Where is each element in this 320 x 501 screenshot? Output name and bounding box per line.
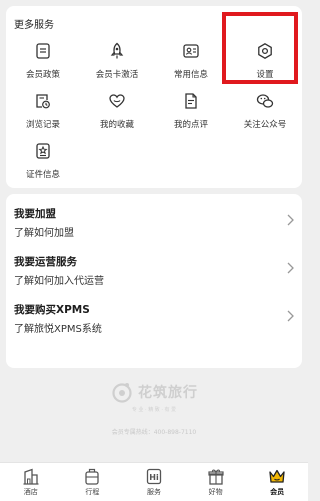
service-card-activation[interactable]: 会员卡激活	[80, 42, 154, 86]
brand-tagline: 专 业 · 精 致 · 有 爱	[131, 407, 177, 413]
buy-xpms-row[interactable]: 我要购买XPMS 了解旅悦XPMS系统	[6, 296, 302, 344]
bottom-tab-bar: 酒店 行程 Hi 服务 好物 会员	[0, 462, 308, 501]
service-follow-official-account[interactable]: 关注公众号	[228, 92, 302, 136]
service-my-favorites[interactable]: 我的收藏	[80, 92, 154, 136]
service-common-info[interactable]: 常用信息	[154, 42, 228, 86]
service-label: 浏览记录	[25, 120, 60, 130]
tab-label: 好物	[208, 488, 223, 496]
tab-label: 服务	[146, 488, 161, 496]
service-label: 我的点评	[173, 120, 208, 130]
rocket-icon	[110, 42, 124, 59]
service-label: 我的收藏	[99, 120, 134, 130]
service-label: 证件信息	[25, 170, 60, 180]
gift-icon	[207, 469, 224, 485]
chevron-right-icon	[287, 262, 294, 274]
tab-trip[interactable]: 行程	[62, 463, 124, 501]
membership-policy-icon	[36, 43, 50, 59]
member-hotline: 会员专属热线：400-898-7110	[111, 429, 197, 436]
row-title: 我要购买XPMS	[14, 304, 90, 316]
certificate-icon	[36, 143, 50, 159]
service-label: 关注公众号	[243, 120, 287, 130]
svg-text:Hi: Hi	[149, 473, 159, 482]
wechat-icon	[256, 94, 274, 108]
luggage-icon	[85, 468, 100, 485]
crown-icon	[269, 469, 285, 483]
service-browsing-history[interactable]: 浏览记录	[6, 92, 80, 136]
tab-hotel[interactable]: 酒店	[0, 463, 62, 501]
id-card-icon	[183, 44, 199, 58]
join-franchise-row[interactable]: 我要加盟 了解如何加盟	[6, 200, 302, 248]
tab-label: 酒店	[23, 488, 38, 496]
heart-icon	[109, 94, 125, 108]
row-title: 我要加盟	[14, 208, 56, 220]
brand-logo: 花筑旅行	[0, 380, 308, 404]
row-subtitle: 了解如何加入代运营	[14, 276, 104, 287]
chevron-right-icon	[287, 310, 294, 322]
brand-footer: 花筑旅行 专 业 · 精 致 · 有 爱 会员专属热线：400-898-7110	[0, 380, 308, 436]
row-subtitle: 了解旅悦XPMS系统	[14, 324, 102, 335]
brand-logo-icon	[112, 383, 132, 403]
tab-label: 会员	[270, 488, 285, 496]
tab-label: 行程	[85, 488, 100, 496]
section-title: 更多服务	[14, 20, 54, 31]
settings-highlight-box	[222, 12, 298, 84]
chevron-right-icon	[287, 214, 294, 226]
service-id-info[interactable]: 证件信息	[6, 142, 80, 186]
history-icon	[36, 94, 50, 109]
join-options-card: 我要加盟 了解如何加盟 我要运营服务 了解如何加入代运营 我要购买XPMS 了解…	[6, 194, 302, 368]
review-icon	[185, 93, 197, 109]
tab-member[interactable]: 会员	[246, 463, 308, 501]
hotel-icon	[23, 468, 39, 485]
service-membership-policy[interactable]: 会员政策	[6, 42, 80, 86]
service-label: 会员卡激活	[95, 70, 139, 80]
row-title: 我要运营服务	[14, 256, 77, 268]
service-my-reviews[interactable]: 我的点评	[154, 92, 228, 136]
brand-name: 花筑旅行	[138, 385, 198, 401]
service-label: 会员政策	[25, 70, 60, 80]
row-subtitle: 了解如何加盟	[14, 228, 74, 239]
service-label: 常用信息	[173, 70, 208, 80]
tab-goods[interactable]: 好物	[185, 463, 247, 501]
tab-service[interactable]: Hi 服务	[123, 463, 185, 501]
service-icon: Hi	[146, 468, 162, 485]
join-operation-row[interactable]: 我要运营服务 了解如何加入代运营	[6, 248, 302, 296]
